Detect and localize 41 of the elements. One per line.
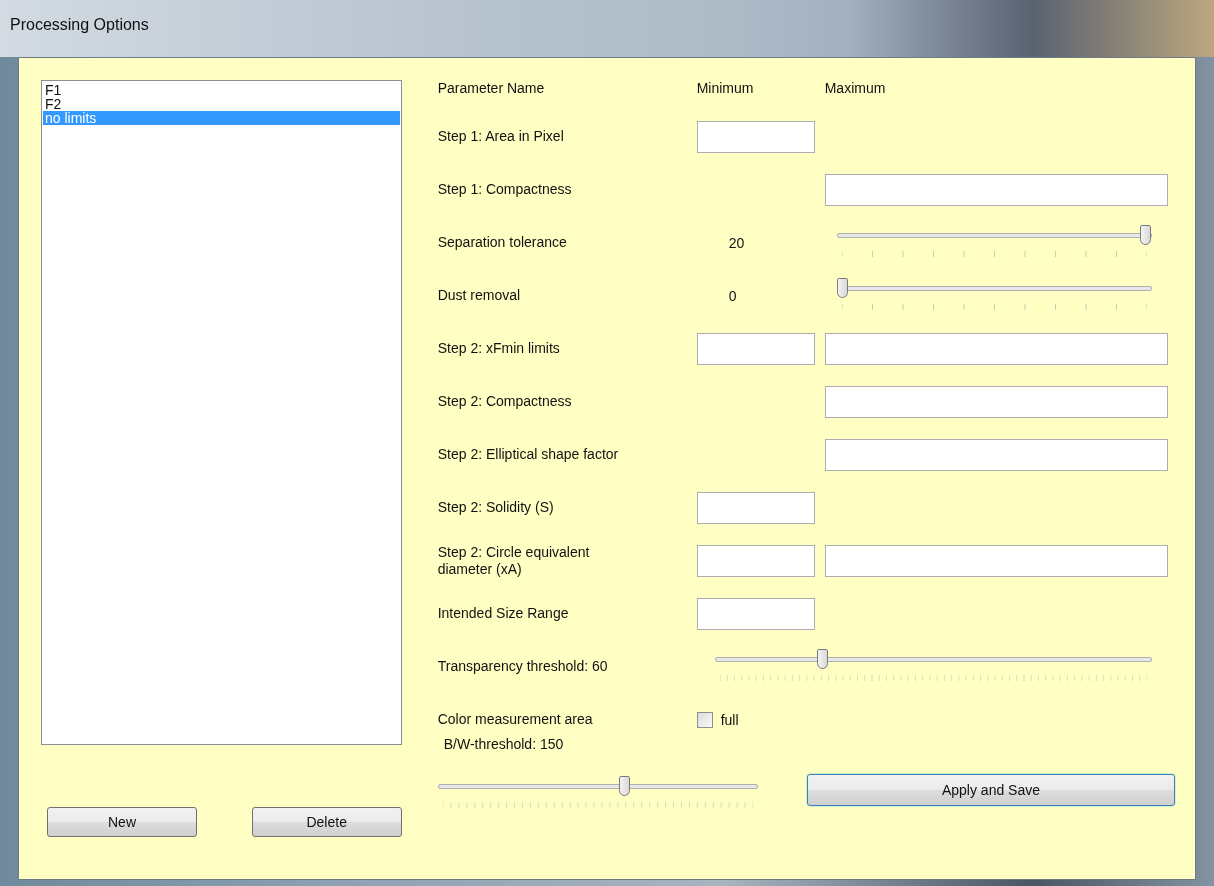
slider-thumb[interactable]: [816, 648, 828, 669]
maximum-field[interactable]: [824, 438, 1168, 471]
checkbox-label: full: [720, 711, 739, 728]
parameter-label: Step 2: Elliptical shape factor: [437, 446, 620, 463]
minimum-field[interactable]: [696, 120, 815, 153]
slider-thumb[interactable]: [619, 776, 631, 796]
parameter-label: Step 2: Compactness: [437, 393, 573, 410]
minimum-field[interactable]: [696, 491, 815, 524]
parameter-label: Dust removal: [437, 287, 522, 304]
checkbox[interactable]: [696, 711, 713, 728]
parameter-label: Color measurement area: [437, 711, 594, 728]
list-item[interactable]: F2: [43, 97, 400, 111]
apply-and-save-button[interactable]: Apply and Save: [807, 774, 1175, 806]
parameter-label: Step 2: Solidity (S): [437, 499, 555, 516]
parameter-label: Transparency threshold: 60: [437, 658, 609, 675]
column-header: Parameter Name: [437, 80, 546, 97]
maximum-field[interactable]: [824, 173, 1168, 206]
parameter-label: Separation tolerance: [437, 234, 568, 251]
new-button[interactable]: New: [47, 807, 197, 837]
slider-value: 20: [728, 234, 745, 251]
profile-list[interactable]: F1 F2 no limits: [41, 80, 402, 745]
slider-thumb[interactable]: [836, 277, 848, 298]
parameter-label: Step 2: Circle equivalent diameter (xA): [437, 543, 591, 578]
maximum-field[interactable]: [824, 544, 1168, 577]
window-title: Processing Options: [10, 15, 149, 34]
delete-button[interactable]: Delete: [251, 807, 402, 837]
slider-label: B/W-threshold: 150: [442, 736, 564, 754]
column-header: Minimum: [696, 80, 755, 96]
parameter-label: Step 1: Compactness: [437, 181, 573, 198]
parameter-label: Step 2: xFmin limits: [437, 340, 561, 357]
slider-value: 0: [728, 287, 737, 304]
maximum-field[interactable]: [824, 385, 1168, 418]
minimum-field[interactable]: [696, 332, 815, 365]
list-item[interactable]: F1: [43, 83, 400, 97]
maximum-field[interactable]: [824, 332, 1168, 365]
minimum-field[interactable]: [696, 597, 815, 630]
parameter-label: Intended Size Range: [437, 605, 570, 622]
column-header: Maximum: [824, 80, 887, 96]
minimum-field[interactable]: [696, 544, 815, 577]
parameter-label: Step 1: Area in Pixel: [437, 128, 565, 145]
slider-thumb[interactable]: [1139, 224, 1151, 245]
